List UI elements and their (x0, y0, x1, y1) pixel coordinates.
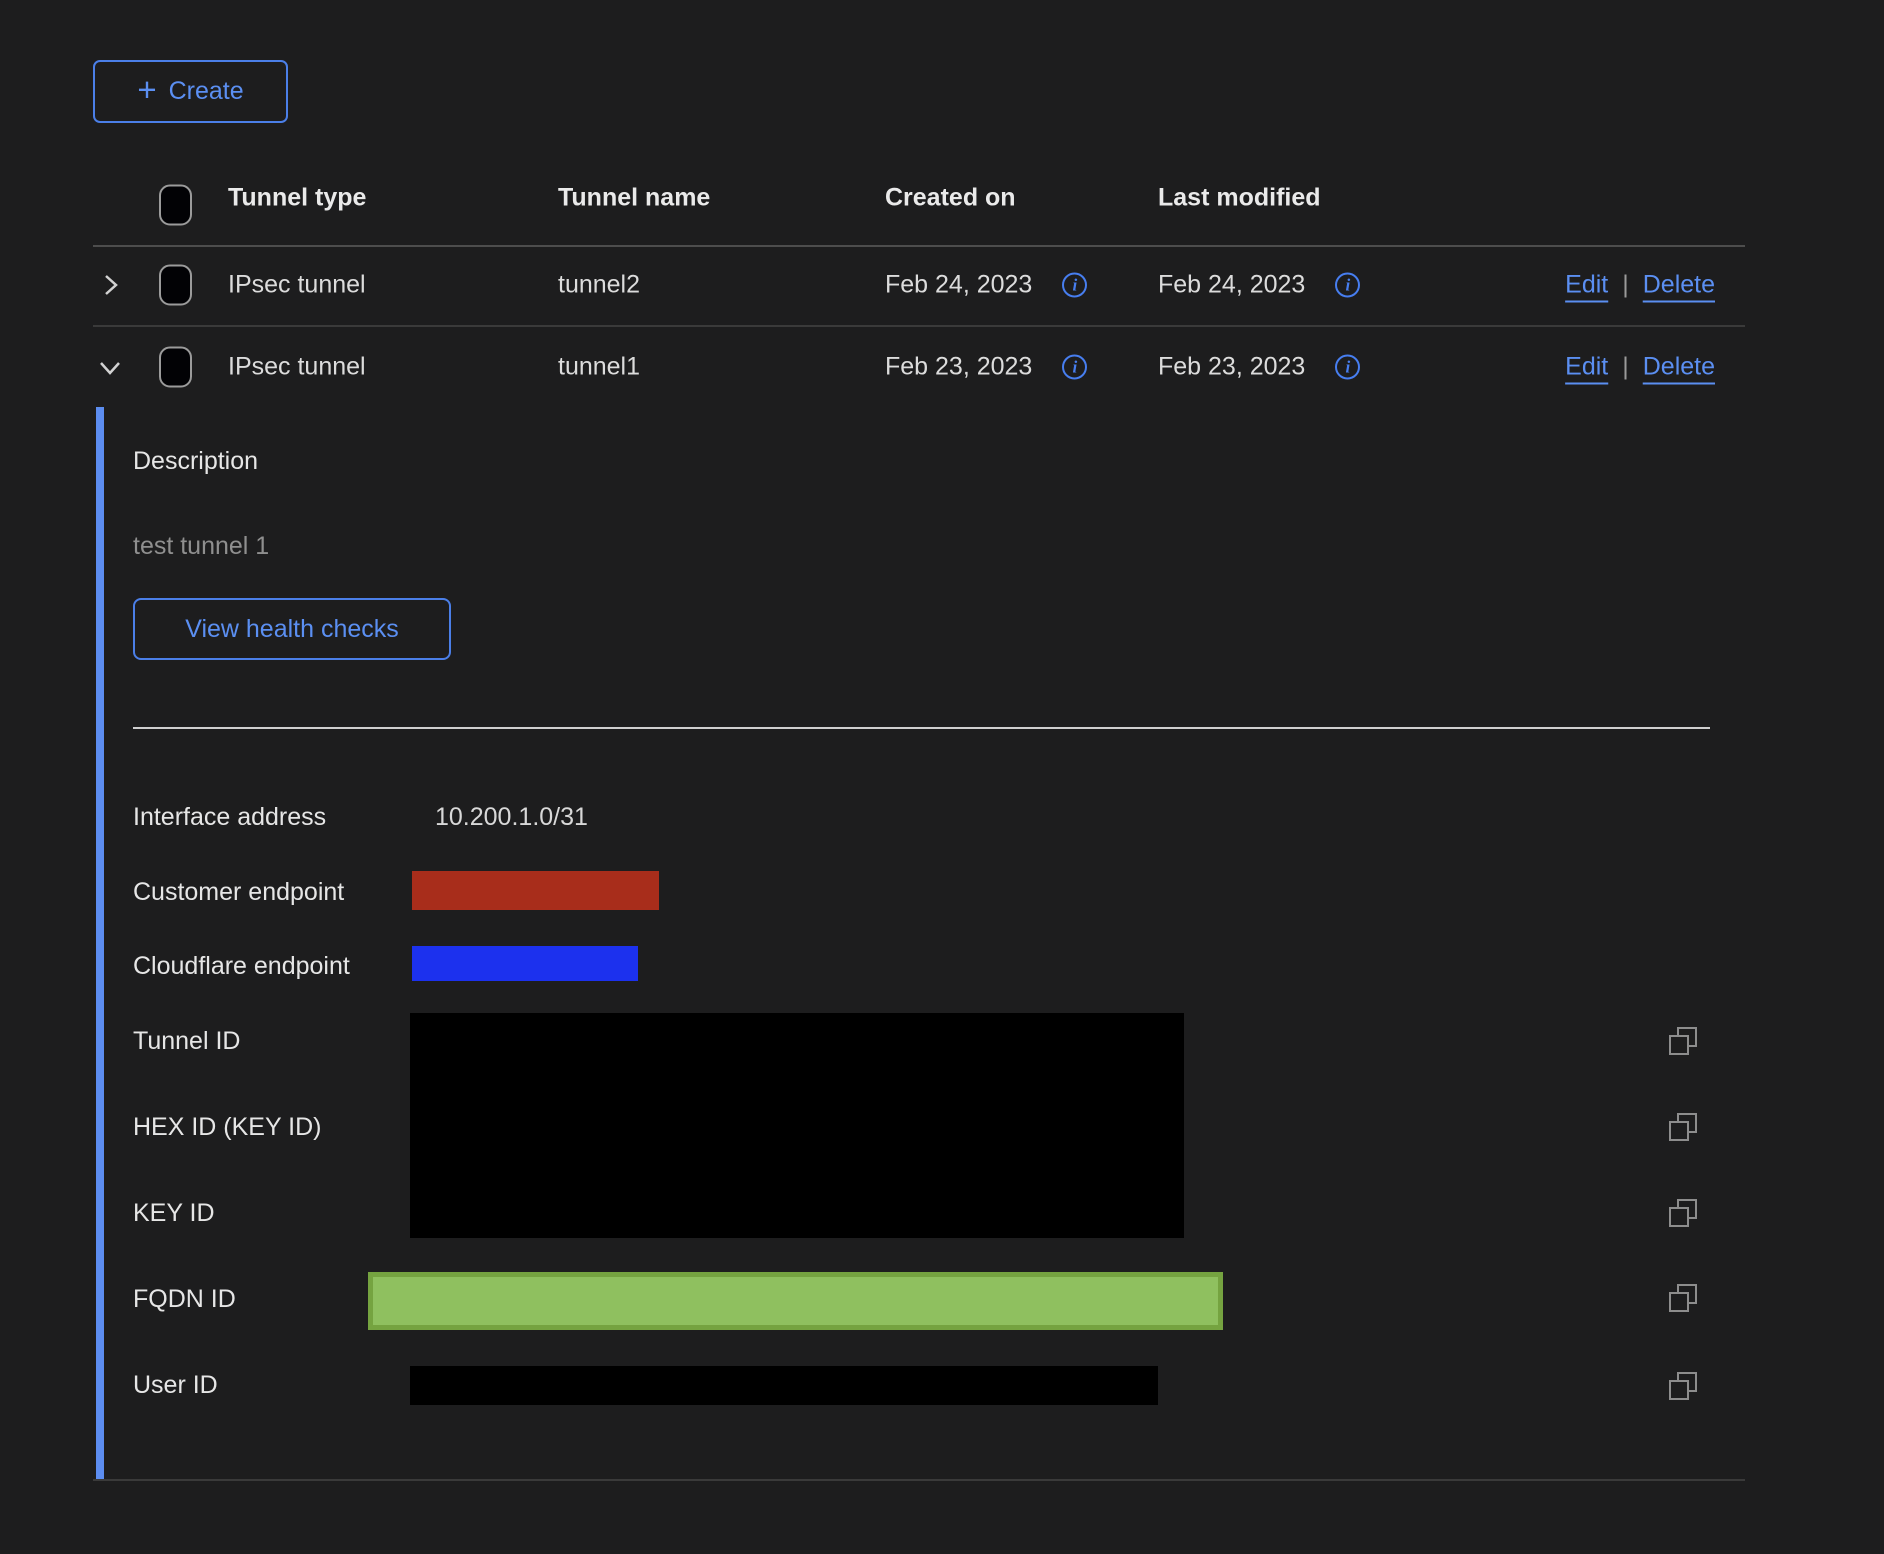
ids-redacted-values (410, 1013, 1184, 1238)
created-on-value: Feb 24, 2023 (885, 271, 1032, 300)
copy-icon[interactable] (1668, 1283, 1698, 1313)
delete-link[interactable]: Delete (1643, 353, 1715, 382)
last-modified-cell: Feb 24, 2023 i (1158, 271, 1360, 300)
chevron-down-icon[interactable] (95, 352, 125, 382)
interface-address-value: 10.200.1.0/31 (435, 803, 588, 832)
key-id-label: KEY ID (133, 1199, 215, 1228)
info-icon[interactable]: i (1335, 273, 1360, 298)
tunnel-type-cell: IPsec tunnel (228, 353, 366, 382)
last-modified-cell: Feb 23, 2023 i (1158, 353, 1360, 382)
action-separator: | (1622, 353, 1629, 382)
copy-icon[interactable] (1668, 1112, 1698, 1142)
cloudflare-endpoint-redacted-value (412, 946, 638, 981)
table-row-tunnel1[interactable]: IPsec tunnel tunnel1 Feb 23, 2023 i Feb … (93, 327, 1745, 407)
row-actions: Edit | Delete (1565, 353, 1715, 382)
row-checkbox[interactable] (159, 265, 192, 306)
created-on-value: Feb 23, 2023 (885, 353, 1032, 382)
cloudflare-endpoint-label: Cloudflare endpoint (133, 952, 350, 981)
view-health-checks-button[interactable]: View health checks (133, 598, 451, 660)
hex-id-label: HEX ID (KEY ID) (133, 1113, 321, 1142)
create-button-label: Create (169, 77, 244, 106)
tunnel-name-cell: tunnel1 (558, 353, 640, 382)
view-health-checks-label: View health checks (185, 615, 399, 644)
user-id-redacted-value (410, 1366, 1158, 1405)
copy-icon[interactable] (1668, 1026, 1698, 1056)
action-separator: | (1622, 271, 1629, 300)
customer-endpoint-redacted-value (412, 871, 659, 910)
tunnel-type-cell: IPsec tunnel (228, 271, 366, 300)
user-id-label: User ID (133, 1371, 218, 1400)
expanded-row-indicator-bar (96, 407, 104, 1479)
fqdn-id-redacted-value (368, 1272, 1223, 1330)
row-checkbox[interactable] (159, 347, 192, 388)
expanded-row-bottom-border (93, 1479, 1745, 1481)
fqdn-id-label: FQDN ID (133, 1285, 236, 1314)
description-label: Description (133, 447, 258, 476)
col-header-tunnel-type: Tunnel type (228, 183, 366, 212)
last-modified-value: Feb 24, 2023 (1158, 271, 1305, 300)
select-all-checkbox[interactable] (159, 185, 192, 226)
table-header-row: Tunnel type Tunnel name Created on Last … (93, 150, 1745, 247)
create-button[interactable]: + Create (93, 60, 288, 123)
detail-divider (133, 727, 1710, 729)
row-actions: Edit | Delete (1565, 271, 1715, 300)
col-header-last-modified: Last modified (1158, 183, 1321, 212)
description-value: test tunnel 1 (133, 532, 269, 561)
plus-icon: + (137, 73, 156, 106)
info-icon[interactable]: i (1062, 355, 1087, 380)
info-icon[interactable]: i (1062, 273, 1087, 298)
col-header-tunnel-name: Tunnel name (558, 183, 710, 212)
info-icon[interactable]: i (1335, 355, 1360, 380)
table-row-tunnel2[interactable]: IPsec tunnel tunnel2 Feb 24, 2023 i Feb … (93, 245, 1745, 327)
last-modified-value: Feb 23, 2023 (1158, 353, 1305, 382)
edit-link[interactable]: Edit (1565, 271, 1608, 300)
edit-link[interactable]: Edit (1565, 353, 1608, 382)
col-header-created-on: Created on (885, 183, 1016, 212)
delete-link[interactable]: Delete (1643, 271, 1715, 300)
copy-icon[interactable] (1668, 1198, 1698, 1228)
copy-icon[interactable] (1668, 1371, 1698, 1401)
chevron-right-icon[interactable] (95, 270, 125, 300)
customer-endpoint-label: Customer endpoint (133, 878, 344, 907)
created-on-cell: Feb 24, 2023 i (885, 271, 1087, 300)
tunnel-name-cell: tunnel2 (558, 271, 640, 300)
created-on-cell: Feb 23, 2023 i (885, 353, 1087, 382)
interface-address-label: Interface address (133, 803, 326, 832)
tunnel-id-label: Tunnel ID (133, 1027, 240, 1056)
